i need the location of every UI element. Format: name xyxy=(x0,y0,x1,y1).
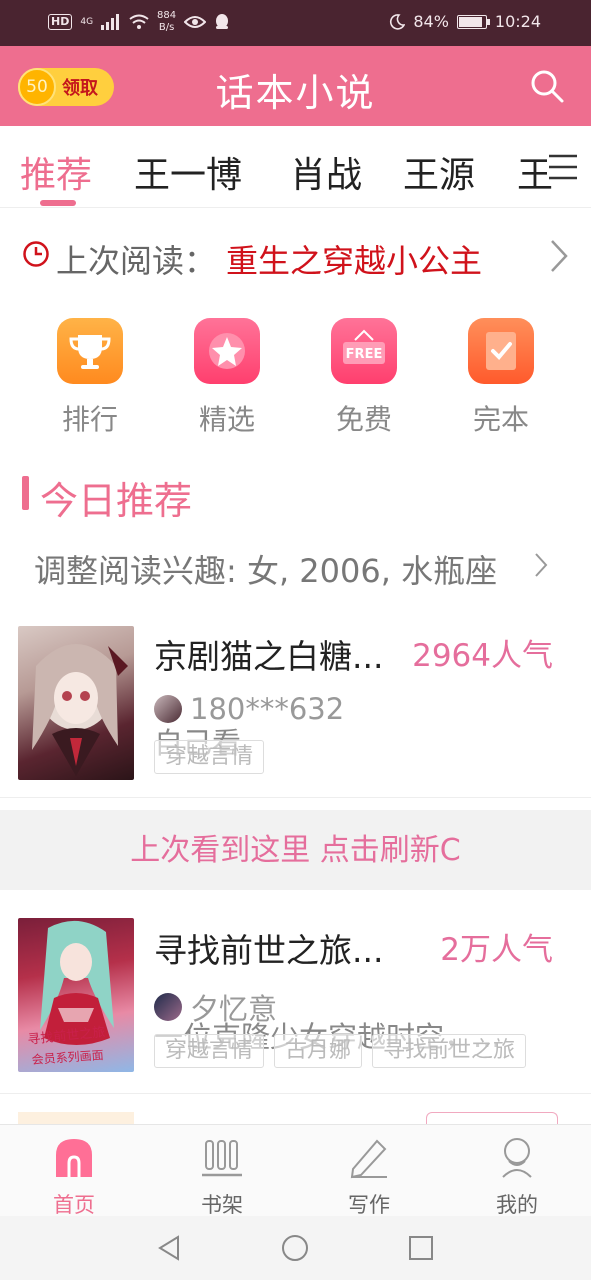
system-navigation xyxy=(0,1216,591,1280)
tab-xiao-zhan[interactable]: 肖战 xyxy=(290,146,362,198)
chevron-right-icon xyxy=(551,240,568,272)
svg-text:会员系列画面: 会员系列画面 xyxy=(31,1048,104,1067)
section-marker xyxy=(22,476,29,510)
last-read-label: 上次阅读： xyxy=(56,242,217,280)
book-cover: 寻找前世之旅 会员系列画面 xyxy=(18,918,134,1072)
nav-write[interactable]: 写作 xyxy=(309,1135,429,1219)
app-header: 50 领取 话本小说 xyxy=(0,46,591,126)
book-cover xyxy=(18,626,134,780)
category-label: 免费 xyxy=(335,403,392,436)
quick-categories: 排行 精选 FREE 免费 完本 xyxy=(0,312,591,442)
category-featured[interactable]: 精选 xyxy=(167,318,287,438)
search-icon[interactable] xyxy=(529,68,565,104)
refresh-text: 上次看到这里 点击刷新C xyxy=(130,833,461,868)
tab-wang-yibo[interactable]: 王一博 xyxy=(134,146,242,198)
refresh-banner[interactable]: 上次看到这里 点击刷新C xyxy=(0,810,591,890)
home-circle-icon[interactable] xyxy=(281,1234,309,1262)
category-label: 完本 xyxy=(472,403,529,436)
chevron-right-icon xyxy=(535,553,548,577)
network-type: 4G xyxy=(80,17,94,27)
book-popularity: 2964人气 xyxy=(412,638,553,674)
tag-list: 穿越言情 xyxy=(154,740,265,774)
signal-icon xyxy=(101,14,120,30)
home-icon xyxy=(56,1139,92,1177)
avatar xyxy=(154,695,182,723)
category-label: 精选 xyxy=(198,403,255,436)
clock-time: 10:24 xyxy=(494,12,541,31)
nav-label: 我的 xyxy=(496,1193,538,1217)
free-sign-icon: FREE xyxy=(331,318,397,384)
nav-label: 书架 xyxy=(201,1193,243,1217)
tab-wang-yuan[interactable]: 王源 xyxy=(403,146,475,198)
battery-icon xyxy=(456,14,490,29)
section-title: 今日推荐 xyxy=(40,479,193,523)
back-icon[interactable] xyxy=(156,1234,182,1262)
category-ranking[interactable]: 排行 xyxy=(30,318,150,438)
wifi-icon xyxy=(129,14,149,29)
nav-profile[interactable]: 我的 xyxy=(457,1135,577,1219)
tab-recommend[interactable]: 推荐 xyxy=(20,146,92,198)
book-item[interactable]: 京剧猫之白糖... 2964人气 180***632 自己看 穿越言情 xyxy=(0,606,591,798)
moon-icon xyxy=(390,13,406,30)
book-tag[interactable]: 穿越言情 xyxy=(154,1034,265,1068)
tag-list: 穿越言情 古月娜 寻找前世之旅 xyxy=(154,1034,527,1068)
clock-icon xyxy=(23,241,49,267)
book-tag[interactable]: 寻找前世之旅 xyxy=(372,1034,527,1068)
last-read-title[interactable]: 重生之穿越小公主 xyxy=(226,236,482,282)
battery-percent: 84% xyxy=(413,12,449,31)
nav-home[interactable]: 首页 xyxy=(14,1135,134,1219)
book-title: 京剧猫之白糖... xyxy=(154,637,384,676)
nav-label: 首页 xyxy=(53,1193,95,1217)
bookshelf-icon xyxy=(202,1140,242,1177)
book-title: 寻找前世之旅... xyxy=(154,931,384,970)
book-item[interactable]: 寻找前世之旅 会员系列画面 寻找前世之旅... 2万人气 夕忆意 一位克隆少女穿… xyxy=(0,890,591,1094)
hd-indicator: HD xyxy=(48,14,73,30)
last-read-row[interactable]: 上次阅读： 重生之穿越小公主 xyxy=(0,208,591,304)
category-free[interactable]: FREE 免费 xyxy=(304,318,424,438)
star-icon xyxy=(194,318,260,384)
menu-icon[interactable] xyxy=(547,152,579,182)
category-tabs: 推荐 王一博 肖战 王源 王 xyxy=(0,126,591,208)
book-popularity: 2万人气 xyxy=(440,932,553,968)
qq-icon xyxy=(216,14,229,29)
bottom-navigation: 首页 书架 写作 我的 xyxy=(0,1124,591,1219)
nav-label: 写作 xyxy=(348,1193,390,1217)
trophy-icon xyxy=(57,318,123,384)
profile-icon xyxy=(502,1138,532,1178)
eye-icon xyxy=(184,16,207,28)
network-speed: 884 B/s xyxy=(157,10,177,33)
pencil-icon xyxy=(350,1139,387,1179)
book-tag[interactable]: 穿越言情 xyxy=(154,740,265,774)
free-badge-text: FREE xyxy=(346,347,383,362)
status-bar: HD 4G 884 B/s 84% 10:24 xyxy=(0,0,591,46)
recents-icon[interactable] xyxy=(408,1235,434,1261)
book-tag[interactable]: 古月娜 xyxy=(274,1034,363,1068)
app-title: 话本小说 xyxy=(215,71,376,115)
category-completed[interactable]: 完本 xyxy=(441,318,561,438)
check-book-icon xyxy=(468,318,534,384)
active-tab-indicator xyxy=(40,200,76,206)
nav-bookshelf[interactable]: 书架 xyxy=(162,1135,282,1219)
adjust-interest-link[interactable]: 调整阅读兴趣: 女, 2006, 水瓶座 xyxy=(34,546,497,592)
category-label: 排行 xyxy=(61,403,118,436)
